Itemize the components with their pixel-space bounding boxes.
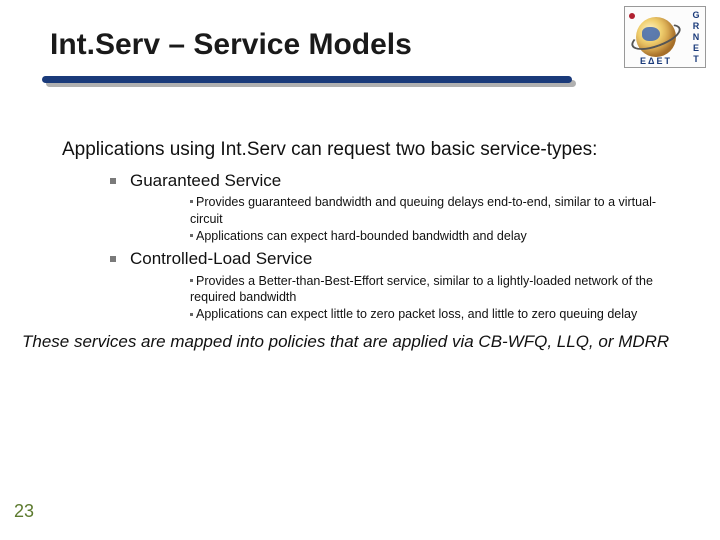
bullet-square-icon [110,178,116,184]
closing-text: These services are mapped into policies … [22,331,680,353]
service-point: Applications can expect hard-bounded ban… [190,228,660,245]
logo-bottom-text: ΕΔΕΤ [625,56,687,66]
logo-letter: R [693,21,700,31]
logo-letter: G [692,10,699,20]
logo-letter: N [693,32,700,42]
service-points: Provides guaranteed bandwidth and queuin… [190,194,660,245]
title-underline [42,74,680,88]
service-item: Guaranteed Service [110,170,680,192]
page-number: 23 [14,501,34,522]
intro-text: Applications using Int.Serv can request … [62,138,670,162]
service-list: Guaranteed Service Provides guaranteed b… [110,170,680,323]
bullet-mini-icon [190,279,193,282]
logo-globe: ΕΔΕΤ [625,7,687,67]
bullet-mini-icon [190,313,193,316]
service-item: Controlled-Load Service [110,248,680,270]
logo-grnet: ΕΔΕΤ G R N E T [624,6,706,68]
logo-right-letters: G R N E T [687,7,705,67]
bullet-mini-icon [190,234,193,237]
bullet-square-icon [110,256,116,262]
service-name: Controlled-Load Service [130,248,312,270]
logo-letter: T [693,54,699,64]
bullet-mini-icon [190,200,193,203]
slide: ΕΔΕΤ G R N E T Int.Serv – Service Models… [0,0,720,540]
service-point: Provides a Better-than-Best-Effort servi… [190,273,660,307]
slide-title: Int.Serv – Service Models [50,28,680,62]
service-point: Applications can expect little to zero p… [190,306,660,323]
service-point: Provides guaranteed bandwidth and queuin… [190,194,660,228]
logo-letter: E [693,43,699,53]
service-points: Provides a Better-than-Best-Effort servi… [190,273,660,324]
service-name: Guaranteed Service [130,170,281,192]
